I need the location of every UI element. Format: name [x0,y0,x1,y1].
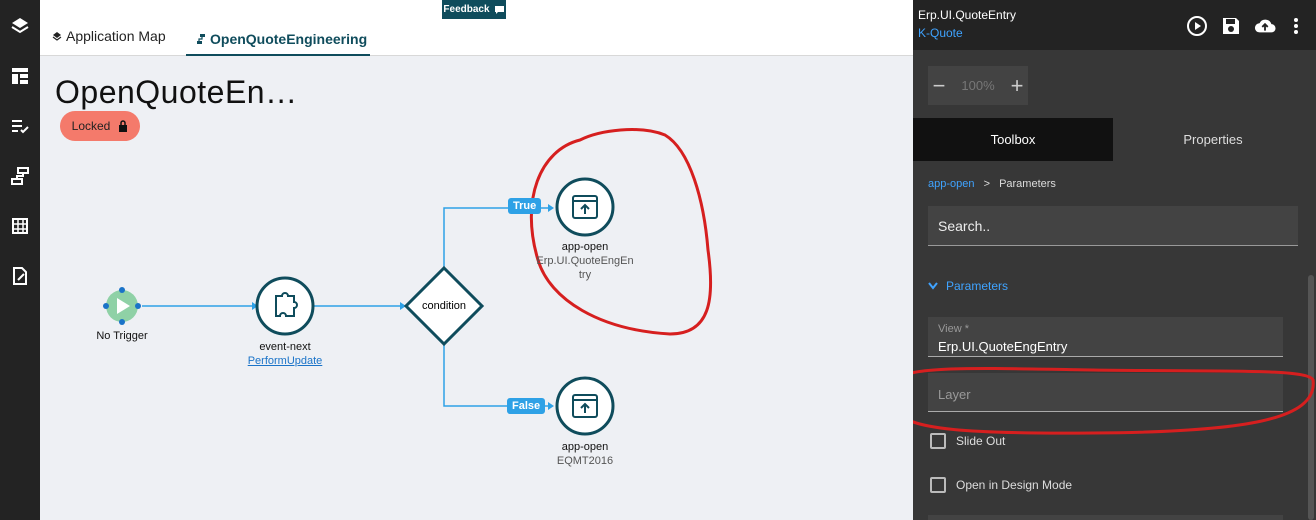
run-icon[interactable] [1186,15,1208,37]
true-node-sub1: Erp.UI.QuoteEngEn [536,255,634,267]
zoom-value: 100% [961,78,995,93]
left-rail [0,0,40,520]
open-design-mode-box[interactable] [930,477,946,493]
panel-subtitle[interactable]: K-Quote [918,26,963,40]
connector-event-condition [314,302,406,310]
view-field-label: View * [938,323,969,335]
layer-field[interactable]: Layer [928,373,1283,412]
dashboard-layout-icon[interactable] [4,60,36,92]
layers-icon[interactable] [4,10,36,42]
app-root: Application Map OpenQuoteEngineering Fee… [0,0,1316,520]
upload-cloud-icon[interactable] [1254,15,1276,37]
tab-toolbox[interactable]: Toolbox [913,118,1113,161]
red-annotation-circle [529,128,713,336]
app-open-false-label: app-open EQMT2016 [525,440,645,468]
false-branch-label: False [507,398,546,414]
search-input[interactable]: Search.. [928,206,1298,246]
open-design-mode-label: Open in Design Mode [956,478,1073,492]
event-link[interactable]: PerformUpdate [235,354,335,368]
start-label-text: No Trigger [96,330,148,342]
zoom-in-button[interactable]: + [1006,73,1028,99]
slide-out-box[interactable] [930,433,946,449]
app-open-true-node[interactable] [555,177,615,237]
panel-title: Erp.UI.QuoteEntry [918,8,1017,22]
chevron-down-icon [928,282,938,290]
zoom-control: − 100% + [928,66,1028,105]
save-icon[interactable] [1220,15,1242,37]
app-open-false-node[interactable] [555,376,615,436]
event-node[interactable] [255,276,315,336]
condition-label: condition [421,300,467,312]
connector-start-event [142,302,258,310]
parameters-section-header[interactable]: Parameters [928,279,1008,293]
data-grid-icon[interactable] [4,210,36,242]
panel-tabs: Toolbox Properties [913,118,1316,161]
more-vertical-icon[interactable] [1285,15,1307,37]
edit-document-icon[interactable] [4,260,36,292]
flow-canvas[interactable]: Application Map OpenQuoteEngineering Fee… [40,0,913,520]
false-node-sub: EQMT2016 [556,455,614,467]
true-node-sub2: try [578,269,592,281]
event-title: event-next [259,341,311,353]
layer-field-label: Layer [938,387,971,402]
app-open-true-label: app-open Erp.UI.QuoteEngEn try [525,240,645,282]
breadcrumb: app-open > Parameters [928,178,1056,190]
open-design-mode-checkbox[interactable]: Open in Design Mode [930,477,1072,493]
next-field-partial [928,515,1283,520]
true-branch-label: True [508,198,542,214]
workflow-icon[interactable] [4,160,36,192]
view-field[interactable]: View * Erp.UI.QuoteEngEntry [928,317,1283,357]
false-node-title: app-open [561,441,609,453]
checklist-icon[interactable] [4,110,36,142]
start-node-label: No Trigger [82,329,162,343]
section-label: Parameters [946,279,1009,293]
panel-header: Erp.UI.QuoteEntry K-Quote [913,0,1316,50]
breadcrumb-separator: > [983,178,990,190]
panel-scrollbar[interactable] [1308,275,1314,520]
breadcrumb-root[interactable]: app-open [928,178,975,190]
view-field-value: Erp.UI.QuoteEngEntry [938,339,1068,354]
tab-properties[interactable]: Properties [1113,118,1313,161]
flow-diagram [103,128,713,436]
event-node-label: event-next PerformUpdate [235,340,335,368]
breadcrumb-current: Parameters [999,178,1056,190]
zoom-out-button[interactable]: − [928,73,950,99]
slide-out-label: Slide Out [956,434,1006,448]
start-node[interactable] [103,287,141,325]
true-node-title: app-open [561,241,609,253]
properties-panel: Erp.UI.QuoteEntry K-Quote − 100% + Toolb… [913,0,1316,520]
slide-out-checkbox[interactable]: Slide Out [930,433,1005,449]
